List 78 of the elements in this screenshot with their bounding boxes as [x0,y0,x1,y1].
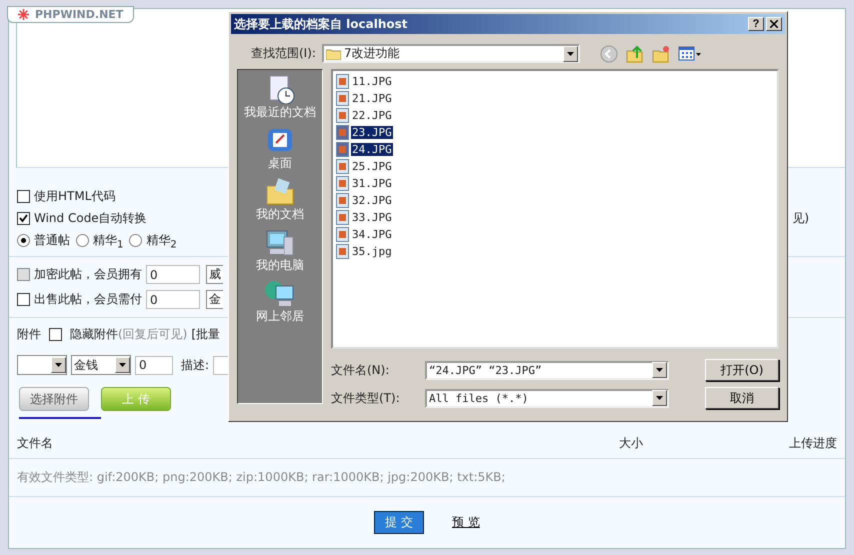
file-item[interactable]: 24.JPG [351,142,393,156]
amount-field[interactable]: 0 [146,290,200,309]
attachment-label: 附件 [17,326,41,343]
hint-text: (回复后可见) [118,326,188,343]
file-item[interactable]: 32.JPG [351,194,393,206]
description-label: 描述: [181,356,210,374]
places-item[interactable]: 我的文档 [256,176,304,223]
image-file-icon [336,124,349,140]
image-file-icon [336,210,349,224]
unit-select[interactable]: 金 [206,290,223,309]
currency-select[interactable]: 金钱 [71,355,131,375]
file-item[interactable]: 23.JPG [351,126,393,138]
select-attachment-button[interactable]: 选择附件 [19,387,89,411]
checkbox-label: 出售此帖，会员需付 [34,291,142,308]
column-header: 上传进度 [788,435,837,452]
file-item[interactable]: 25.JPG [351,160,393,172]
file-type-label: 文件类型(T): [331,390,401,406]
image-file-icon [336,142,349,156]
image-file-icon [336,226,349,242]
places-item[interactable]: 网上邻居 [256,278,304,325]
checkbox[interactable] [17,293,30,306]
checkbox-label: 隐藏附件 [70,326,118,343]
site-logo: PHPWIND.NET [7,6,134,23]
radio-label: 精华$_{2}$ [146,232,177,250]
asterisk-icon [18,9,29,20]
image-file-icon [336,176,349,190]
radio-button[interactable] [129,234,142,248]
file-types-note: 有效文件类型: gif:200KB; png:200KB; zip:1000KB; rar:1000KB; jpg:200KB; txt:5KB; [9,459,845,497]
file-name-label: 文件名(N): [331,362,390,378]
preview-link[interactable]: 预 览 [452,514,480,531]
radio-button[interactable] [76,234,89,248]
submit-button[interactable]: 提 交 [374,511,424,534]
file-item[interactable]: 34.JPG [351,228,393,240]
checkbox[interactable] [49,328,62,341]
places-item[interactable]: 桌面 [264,125,296,172]
file-type-dropdown[interactable]: All files (*.*) [425,388,669,408]
cancel-button[interactable]: 取消 [705,387,779,409]
image-file-icon [336,90,349,106]
price-field[interactable]: 0 [135,356,173,374]
checkbox[interactable] [17,190,30,203]
back-icon[interactable] [600,44,618,62]
file-name-field[interactable]: “24.JPG” “23.JPG” [425,360,669,380]
close-button[interactable] [766,17,782,31]
places-item[interactable]: 我最近的文档 [244,74,316,121]
checkbox[interactable] [17,212,30,225]
file-item[interactable]: 31.JPG [351,176,393,190]
view-menu-icon[interactable] [678,46,702,62]
documents-place-icon [264,176,296,206]
file-item[interactable]: 22.JPG [351,108,393,122]
column-header: 大小 [618,435,644,452]
checkbox-label: 加密此帖，会员拥有 [34,266,142,283]
file-item[interactable]: 35.jpg [351,244,393,258]
close-icon [770,20,778,28]
radio-button[interactable] [17,234,30,248]
look-in-label: 查找范围(I): [251,45,316,62]
image-file-icon [336,108,349,122]
open-button[interactable]: 打开(O) [705,359,779,381]
image-file-icon [336,74,349,88]
option-note: 见) [792,210,809,227]
column-header: 文件名 [17,435,54,452]
folder-icon [326,48,341,60]
help-button[interactable]: ? [748,17,764,31]
network-place-icon [264,278,296,308]
permission-select[interactable] [17,355,67,375]
batch-link[interactable]: [批量 [191,326,220,343]
checkbox-label: 使用HTML代码 [34,188,116,205]
image-file-icon [336,158,349,174]
look-in-dropdown[interactable]: 7改进功能 [322,44,580,63]
radio-label: 精华$_{1}$ [93,232,124,250]
file-item[interactable]: 11.JPG [351,74,393,88]
places-item[interactable]: 我的电脑 [256,227,304,274]
checkbox-label: Wind Code自动转换 [34,210,147,227]
file-item[interactable]: 33.JPG [351,210,393,224]
file-item[interactable]: 21.JPG [351,92,393,104]
radio-label: 普通帖 [34,232,70,250]
image-file-icon [336,192,349,208]
image-file-icon [336,244,349,258]
window-title: 选择要上载的档案自 localhost [234,16,408,32]
